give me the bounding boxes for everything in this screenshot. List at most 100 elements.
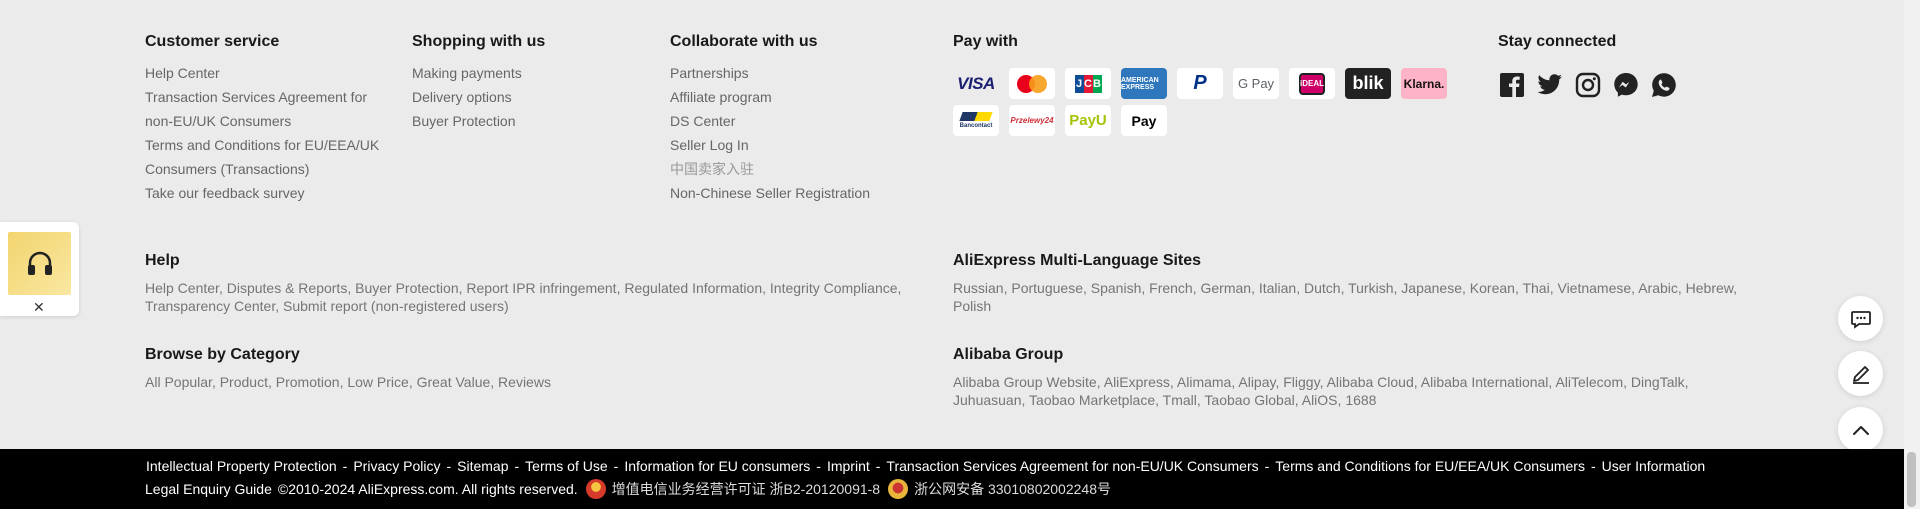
alibaba-item[interactable]: Alibaba Cloud [1327, 374, 1414, 390]
back-to-top-button[interactable] [1838, 407, 1883, 452]
icp-license-link[interactable]: 增值电信业务经营许可证 浙B2-20120091-8 [612, 480, 880, 498]
privacy-policy-link[interactable]: Privacy Policy [353, 458, 440, 474]
language-item[interactable]: Spanish [1091, 280, 1142, 296]
ds-center-link[interactable]: DS Center [670, 109, 930, 133]
alibaba-group-section: Alibaba Group Alibaba Group Website, Ali… [953, 345, 1733, 409]
alibaba-item[interactable]: 1688 [1345, 392, 1376, 408]
imprint-link[interactable]: Imprint [827, 458, 870, 474]
help-item[interactable]: Buyer Protection [355, 280, 459, 296]
feedback-survey-link[interactable]: Take our feedback survey [145, 181, 395, 205]
delivery-options-link[interactable]: Delivery options [412, 85, 652, 109]
language-item[interactable]: Korean [1470, 280, 1515, 296]
language-item[interactable]: Japanese [1401, 280, 1462, 296]
section-title: AliExpress Multi-Language Sites [953, 252, 1202, 269]
przelewy24-logo: Przelewy24 [1009, 105, 1055, 136]
seller-login-link[interactable]: Seller Log In [670, 133, 930, 157]
language-item[interactable]: Dutch [1304, 280, 1341, 296]
alibaba-item[interactable]: AliTelecom [1555, 374, 1623, 390]
help-item[interactable]: Help Center [145, 280, 219, 296]
language-item[interactable]: Russian [953, 280, 1004, 296]
column-title: Collaborate with us [670, 33, 818, 50]
alibaba-item[interactable]: Juhuasuan [953, 392, 1022, 408]
messenger-icon[interactable] [1612, 71, 1640, 99]
instagram-icon[interactable] [1574, 71, 1602, 99]
alibaba-item[interactable]: Taobao Global [1204, 392, 1294, 408]
partnerships-link[interactable]: Partnerships [670, 61, 930, 85]
alibaba-item[interactable]: Alibaba Group Website [953, 374, 1097, 390]
copyright-line: Legal Enquiry Guide ©2010-2024 AliExpres… [145, 479, 1111, 499]
help-item[interactable]: Submit report (non-registered users) [283, 298, 509, 314]
language-item[interactable]: Vietnamese [1557, 280, 1631, 296]
separator: - [514, 458, 520, 474]
product-thumbnail[interactable] [8, 232, 71, 295]
terms-eu-bottom-link[interactable]: Terms and Conditions for EU/EEA/UK Consu… [1275, 458, 1585, 474]
alibaba-item[interactable]: AliExpress [1104, 374, 1170, 390]
language-item[interactable]: Polish [953, 298, 991, 314]
alibaba-item[interactable]: Taobao Marketplace [1029, 392, 1155, 408]
edit-icon [1852, 365, 1869, 384]
category-item[interactable]: Reviews [498, 374, 551, 390]
non-chinese-seller-link[interactable]: Non-Chinese Seller Registration [670, 181, 930, 205]
amex-logo: AMERICAN EXPRESS [1121, 68, 1167, 99]
scrollbar-thumb[interactable] [1907, 452, 1916, 507]
category-item[interactable]: All Popular [145, 374, 212, 390]
help-item[interactable]: Report IPR infringement [466, 280, 616, 296]
alibaba-item[interactable]: Fliggy [1283, 374, 1319, 390]
separator: - [1590, 458, 1596, 474]
alibaba-item[interactable]: AliOS [1302, 392, 1338, 408]
alibaba-links: Alibaba Group Website, AliExpress, Alima… [953, 374, 1689, 408]
close-icon[interactable]: ✕ [33, 300, 45, 314]
language-item[interactable]: French [1149, 280, 1193, 296]
terms-eu-link[interactable]: Terms and Conditions for EU/EEA/UK [145, 133, 395, 157]
alibaba-item[interactable]: Alimama [1177, 374, 1231, 390]
facebook-icon[interactable] [1498, 71, 1526, 99]
transaction-agreement-link[interactable]: Transaction Services Agreement for [145, 85, 395, 109]
ip-protection-link[interactable]: Intellectual Property Protection [146, 458, 337, 474]
arrow-up-icon [1852, 425, 1869, 435]
alibaba-item[interactable]: Alipay [1238, 374, 1275, 390]
legal-enquiry-link[interactable]: Legal Enquiry Guide [145, 480, 272, 498]
ideal-logo: iDEAL [1289, 68, 1335, 99]
transaction-agreement-bottom-link[interactable]: Transaction Services Agreement for non-E… [886, 458, 1258, 474]
alibaba-item[interactable]: Tmall [1163, 392, 1197, 408]
language-item[interactable]: Italian [1259, 280, 1296, 296]
language-item[interactable]: Portuguese [1011, 280, 1083, 296]
floating-product-card[interactable]: ✕ [0, 222, 79, 316]
language-item[interactable]: Hebrew [1686, 280, 1733, 296]
apple-pay-logo: Pay [1121, 105, 1167, 136]
terms-of-use-link[interactable]: Terms of Use [525, 458, 607, 474]
language-item[interactable]: German [1201, 280, 1252, 296]
separator: - [1264, 458, 1270, 474]
police-record-link[interactable]: 浙公网安备 33010802002248号 [914, 480, 1111, 498]
help-center-link[interactable]: Help Center [145, 61, 395, 85]
affiliate-program-link[interactable]: Affiliate program [670, 85, 930, 109]
language-item[interactable]: Thai [1522, 280, 1549, 296]
eu-info-link[interactable]: Information for EU consumers [624, 458, 810, 474]
chinese-seller-link[interactable]: 中国卖家入驻 [670, 157, 930, 181]
language-item[interactable]: Arabic [1638, 280, 1678, 296]
terms-eu-link-cont[interactable]: Consumers (Transactions) [145, 157, 395, 181]
alibaba-item[interactable]: DingTalk [1631, 374, 1685, 390]
category-item[interactable]: Low Price [347, 374, 408, 390]
help-item[interactable]: Integrity Compliance [770, 280, 898, 296]
column-title: Shopping with us [412, 33, 546, 50]
category-item[interactable]: Great Value [417, 374, 491, 390]
whatsapp-icon[interactable] [1650, 71, 1678, 99]
sitemap-link[interactable]: Sitemap [457, 458, 508, 474]
chat-button[interactable] [1838, 296, 1883, 341]
help-item[interactable]: Transparency Center [145, 298, 275, 314]
buyer-protection-link[interactable]: Buyer Protection [412, 109, 652, 133]
feedback-button[interactable] [1838, 351, 1883, 396]
category-item[interactable]: Product [220, 374, 268, 390]
stay-connected-column: Stay connected [1498, 32, 1758, 99]
scrollbar-track[interactable] [1904, 0, 1920, 509]
language-item[interactable]: Turkish [1348, 280, 1393, 296]
making-payments-link[interactable]: Making payments [412, 61, 652, 85]
user-information-link[interactable]: User Information [1602, 458, 1705, 474]
category-item[interactable]: Promotion [276, 374, 340, 390]
twitter-icon[interactable] [1536, 71, 1564, 99]
alibaba-item[interactable]: Alibaba International [1421, 374, 1549, 390]
help-item[interactable]: Disputes & Reports [227, 280, 348, 296]
help-item[interactable]: Regulated Information [624, 280, 762, 296]
transaction-agreement-link-cont[interactable]: non-EU/UK Consumers [145, 109, 395, 133]
